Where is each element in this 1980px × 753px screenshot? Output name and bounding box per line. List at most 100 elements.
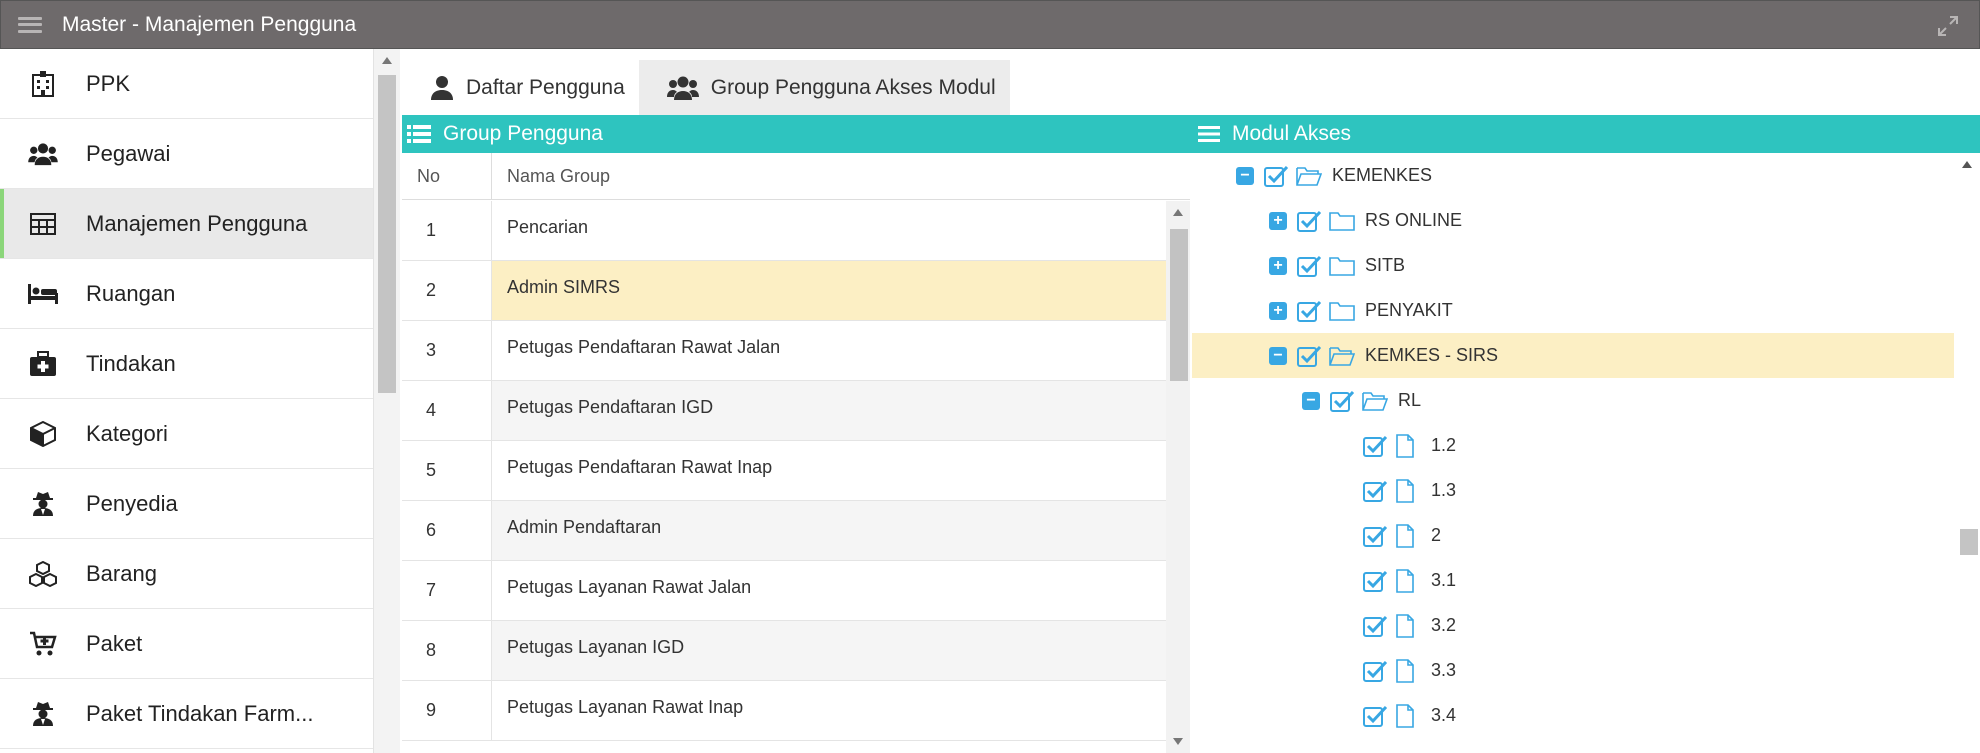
expand-icon[interactable]: [1937, 15, 1959, 37]
row-number: 3: [402, 321, 492, 380]
checkbox-checked-icon[interactable]: [1330, 390, 1354, 412]
table-row[interactable]: 1 Pencarian: [402, 201, 1166, 261]
grid-scrollbar[interactable]: [1166, 201, 1190, 753]
tree-node[interactable]: − KEMENKES: [1192, 153, 1954, 198]
list-icon: [407, 124, 431, 144]
tree-node[interactable]: − KEMKES - SIRS: [1192, 333, 1954, 378]
collapse-icon[interactable]: −: [1302, 391, 1320, 410]
tree-node-label: 1.3: [1431, 480, 1457, 500]
collapse-icon[interactable]: −: [1236, 166, 1254, 185]
table-row[interactable]: 5 Petugas Pendaftaran Rawat Inap: [402, 441, 1166, 501]
row-number: 1: [402, 201, 492, 260]
tab-daftar-pengguna[interactable]: Daftar Pengguna: [402, 60, 639, 115]
checkbox-checked-icon[interactable]: [1297, 300, 1321, 322]
checkbox-checked-icon[interactable]: [1297, 210, 1321, 232]
tree-node-label: 2: [1431, 525, 1442, 545]
checkbox-checked-icon[interactable]: [1264, 165, 1288, 187]
folder-icon: [1329, 255, 1355, 277]
tree-node[interactable]: 3.1: [1192, 558, 1954, 603]
sidebar-item-paket-tindakan-farm[interactable]: Paket Tindakan Farm...: [0, 679, 373, 749]
sidebar-item-label: Barang: [86, 560, 157, 586]
scrollbar-thumb[interactable]: [1170, 229, 1188, 381]
checkbox-checked-icon[interactable]: [1363, 570, 1387, 592]
folder-open-icon: [1329, 345, 1355, 367]
group-pengguna-grid: No Nama Group 1 Pencarian 2 Admin SIMRS 3 Pet…: [402, 153, 1190, 753]
expand-icon[interactable]: +: [1269, 256, 1287, 275]
sidebar-item-ppk[interactable]: PPK: [0, 49, 373, 119]
checkbox-checked-icon[interactable]: [1363, 435, 1387, 457]
checkbox-checked-icon[interactable]: [1363, 705, 1387, 727]
sidebar-item-tindakan[interactable]: Tindakan: [0, 329, 373, 399]
scrollbar-thumb[interactable]: [378, 75, 396, 393]
tree-node[interactable]: 3.3: [1192, 648, 1954, 693]
tree-node[interactable]: − RL: [1192, 378, 1954, 423]
column-header-no[interactable]: No: [402, 153, 492, 199]
tree-node[interactable]: 1.2: [1192, 423, 1954, 468]
modul-akses-header: Modul Akses: [1190, 115, 1980, 153]
sidebar-item-penyedia[interactable]: Penyedia: [0, 469, 373, 539]
sidebar-item-manajemen-pengguna[interactable]: Manajemen Pengguna: [0, 189, 373, 259]
checkbox-checked-icon[interactable]: [1297, 255, 1321, 277]
scroll-up-arrow-icon[interactable]: [1962, 161, 1972, 168]
folder-icon: [1329, 300, 1355, 322]
tree-node[interactable]: 3.2: [1192, 603, 1954, 648]
tab-group-pengguna-akses-modul[interactable]: Group Pengguna Akses Modul: [638, 60, 1010, 115]
row-number: 2: [402, 261, 492, 320]
table-row[interactable]: 7 Petugas Layanan Rawat Jalan: [402, 561, 1166, 621]
cubes-icon: [28, 559, 58, 589]
sidebar-item-pegawai[interactable]: Pegawai: [0, 119, 373, 189]
expand-icon[interactable]: +: [1269, 301, 1287, 320]
table-row[interactable]: 2 Admin SIMRS: [402, 261, 1166, 321]
tree-node[interactable]: 3.4: [1192, 693, 1954, 738]
column-header-nama-group[interactable]: Nama Group: [492, 153, 1190, 199]
checkbox-checked-icon[interactable]: [1363, 480, 1387, 502]
hamburger-menu-icon[interactable]: [18, 15, 42, 35]
table-row[interactable]: 6 Admin Pendaftaran: [402, 501, 1166, 561]
collapse-icon[interactable]: −: [1269, 346, 1287, 365]
table-row[interactable]: 4 Petugas Pendaftaran IGD: [402, 381, 1166, 441]
table-row[interactable]: 3 Petugas Pendaftaran Rawat Jalan: [402, 321, 1166, 381]
scroll-up-arrow-icon[interactable]: [382, 57, 392, 64]
file-icon: [1395, 478, 1421, 503]
scroll-down-arrow-icon[interactable]: [1173, 738, 1183, 745]
checkbox-checked-icon[interactable]: [1363, 660, 1387, 682]
tree-node-label: 1.2: [1431, 435, 1457, 455]
folder-icon: [1329, 210, 1355, 232]
group-pengguna-header: Group Pengguna: [402, 115, 1190, 153]
table-row[interactable]: 8 Petugas Layanan IGD: [402, 621, 1166, 681]
tab-label: Daftar Pengguna: [466, 75, 625, 99]
tree-node[interactable]: 2: [1192, 513, 1954, 558]
sidebar-item-kategori[interactable]: Kategori: [0, 399, 373, 469]
grid-header: No Nama Group: [402, 153, 1190, 200]
scrollbar-thumb[interactable]: [1960, 529, 1978, 555]
tree-scrollbar[interactable]: [1954, 153, 1980, 753]
sidebar-item-label: PPK: [86, 70, 131, 96]
tree-node-label: 3.3: [1431, 660, 1457, 680]
folder-open-icon: [1362, 390, 1388, 412]
tree-node[interactable]: + PENYAKIT: [1192, 288, 1954, 333]
expand-icon[interactable]: +: [1269, 211, 1287, 230]
tree-node[interactable]: + RS ONLINE: [1192, 198, 1954, 243]
sidebar-item-ruangan[interactable]: Ruangan: [0, 259, 373, 329]
sidebar-item-barang[interactable]: Barang: [0, 539, 373, 609]
checkbox-checked-icon[interactable]: [1297, 345, 1321, 367]
checkbox-checked-icon[interactable]: [1363, 615, 1387, 637]
sidebar-scrollbar[interactable]: [374, 49, 400, 753]
checkbox-checked-icon[interactable]: [1363, 525, 1387, 547]
tree-node[interactable]: + SITB: [1192, 243, 1954, 288]
sidebar-item-label: Kategori: [86, 420, 168, 446]
file-icon: [1395, 523, 1421, 548]
tree-node-label: RS ONLINE: [1365, 210, 1463, 230]
sidebar-item-paket[interactable]: Paket: [0, 609, 373, 679]
tree-node[interactable]: 1.3: [1192, 468, 1954, 513]
table-row[interactable]: 9 Petugas Layanan Rawat Inap: [402, 681, 1166, 741]
users-icon: [666, 75, 699, 101]
scroll-up-arrow-icon[interactable]: [1173, 209, 1183, 216]
panel-title: Modul Akses: [1232, 122, 1352, 145]
tab-label: Group Pengguna Akses Modul: [710, 75, 996, 99]
table-icon: [28, 209, 58, 239]
window-title: Master - Manajemen Pengguna: [62, 12, 357, 36]
group-name: Admin Pendaftaran: [492, 501, 1166, 560]
